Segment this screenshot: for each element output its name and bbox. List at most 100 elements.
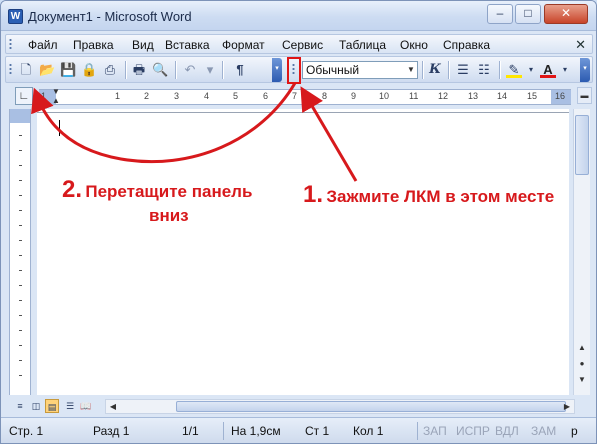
numbering-icon[interactable]: ☰ bbox=[455, 62, 471, 78]
ruler-number: 7 bbox=[292, 91, 298, 101]
ruler-number: 11 bbox=[409, 91, 419, 101]
step2-annotation-line2: вниз bbox=[149, 206, 189, 226]
vruler-tick bbox=[19, 330, 22, 331]
ruler-number: 5 bbox=[233, 91, 239, 101]
title-bar[interactable]: W Документ1 - Microsoft Word – □ ✕ bbox=[1, 1, 596, 31]
step2-line1: Перетащите панель bbox=[85, 182, 253, 201]
scroll-right-icon[interactable]: ▶ bbox=[560, 400, 574, 413]
new-document-icon[interactable]: 🗋 bbox=[18, 62, 34, 78]
vertical-ruler[interactable] bbox=[9, 109, 31, 395]
vruler-tick bbox=[19, 240, 22, 241]
split-handle-icon[interactable]: ▬ bbox=[577, 87, 592, 104]
menu-tools[interactable]: Сервис bbox=[282, 38, 323, 52]
vruler-tick bbox=[19, 135, 22, 136]
step2-line2: вниз bbox=[149, 206, 189, 225]
menubar-grip-handle[interactable] bbox=[9, 38, 12, 51]
outline-view-icon[interactable]: ☰ bbox=[63, 399, 77, 413]
open-icon[interactable]: 📂 bbox=[39, 62, 55, 78]
status-line: Ст 1 bbox=[305, 424, 330, 438]
ruler-number: 10 bbox=[379, 91, 390, 101]
status-rec[interactable]: ЗАП bbox=[423, 424, 447, 438]
redo-icon[interactable]: ▾ bbox=[202, 62, 218, 78]
ruler-number: 15 bbox=[527, 91, 538, 101]
ruler-number: 8 bbox=[322, 91, 328, 101]
italic-button[interactable]: К bbox=[427, 62, 443, 78]
toolbar-separator bbox=[422, 61, 423, 79]
ruler-number: 16 bbox=[555, 91, 566, 101]
maximize-button[interactable]: □ bbox=[515, 4, 541, 24]
toolbar-options-icon[interactable]: ▾ bbox=[580, 58, 590, 82]
word-app-icon[interactable]: W bbox=[8, 9, 23, 24]
print-preview-icon[interactable]: 🖶 bbox=[131, 62, 147, 78]
vruler-tick bbox=[19, 285, 22, 286]
chevron-down-icon[interactable]: ▼ bbox=[405, 62, 417, 78]
browse-object-icon[interactable]: ● bbox=[575, 357, 589, 371]
vruler-top-margin bbox=[10, 109, 30, 123]
status-ovr[interactable]: ЗАМ bbox=[531, 424, 556, 438]
step2-number: 2. bbox=[62, 176, 83, 203]
scroll-left-icon[interactable]: ◀ bbox=[106, 400, 120, 413]
status-bar: Стр. 1 Разд 1 1/1 На 1,9см Ст 1 Кол 1 ЗА… bbox=[1, 417, 596, 443]
show-formatting-icon[interactable]: ¶ bbox=[232, 62, 248, 78]
view-bar: ≡ ◫ ▤ ☰ 📖 ◀ ▶ bbox=[5, 397, 593, 415]
status-separator bbox=[223, 422, 224, 440]
style-select[interactable]: Обычный bbox=[302, 61, 418, 79]
menu-view[interactable]: Вид bbox=[132, 38, 154, 52]
undo-icon[interactable]: ↶ bbox=[182, 62, 198, 78]
indent-marker-icon[interactable]: ▼ ▲ bbox=[52, 87, 60, 107]
toolbar-options-icon[interactable]: ▾ bbox=[272, 58, 282, 82]
status-trk[interactable]: ИСПР bbox=[456, 424, 490, 438]
menu-file[interactable]: Файл bbox=[28, 38, 58, 52]
menu-bar: Файл Правка Вид Вставка Формат Сервис Та… bbox=[5, 34, 593, 54]
highlight-dropdown-icon[interactable]: ▾ bbox=[523, 62, 539, 78]
minimize-button[interactable]: – bbox=[487, 4, 513, 24]
toolbar-grip-handle[interactable] bbox=[9, 63, 12, 76]
font-color-dropdown-icon[interactable]: ▾ bbox=[557, 62, 573, 78]
highlight-icon[interactable]: ✎ bbox=[506, 62, 522, 78]
bullets-icon[interactable]: ☷ bbox=[476, 62, 492, 78]
previous-page-icon[interactable]: ▲ bbox=[575, 341, 589, 355]
vertical-scroll-thumb[interactable] bbox=[575, 115, 589, 175]
toolbar-separator bbox=[125, 61, 126, 79]
status-ext[interactable]: ВДЛ bbox=[495, 424, 519, 438]
vruler-tick bbox=[19, 360, 22, 361]
reading-view-icon[interactable]: 📖 bbox=[79, 399, 93, 413]
save-icon[interactable]: 💾 bbox=[60, 62, 76, 78]
tab-selector-button[interactable]: ∟ bbox=[15, 87, 33, 105]
horizontal-scrollbar[interactable]: ◀ ▶ bbox=[105, 399, 575, 414]
menu-table[interactable]: Таблица bbox=[339, 38, 386, 52]
step1-annotation: 1. Зажмите ЛКМ в этом месте bbox=[303, 181, 554, 209]
menu-insert[interactable]: Вставка bbox=[165, 38, 210, 52]
menu-edit[interactable]: Правка bbox=[73, 38, 114, 52]
document-page[interactable] bbox=[37, 109, 569, 395]
menu-format[interactable]: Формат bbox=[222, 38, 265, 52]
web-view-icon[interactable]: ◫ bbox=[29, 399, 43, 413]
ruler-row: ∟ ▼ ▲ 1 1 2 3 4 5 6 7 8 9 10 11 12 13 14 … bbox=[5, 86, 593, 108]
permission-icon[interactable]: 🔒 bbox=[81, 62, 97, 78]
vruler-tick bbox=[19, 315, 22, 316]
spell-check-icon[interactable]: 🔍 bbox=[152, 62, 168, 78]
vruler-tick bbox=[19, 180, 22, 181]
horizontal-ruler[interactable]: ▼ ▲ 1 1 2 3 4 5 6 7 8 9 10 11 12 13 14 15… bbox=[39, 87, 571, 107]
toolbar-separator bbox=[448, 61, 449, 79]
print-layout-icon[interactable]: ▤ bbox=[45, 399, 59, 413]
step2-annotation: 2. Перетащите панель bbox=[62, 176, 252, 204]
status-position: На 1,9см bbox=[231, 424, 281, 438]
close-button[interactable]: ✕ bbox=[544, 4, 588, 24]
ruler-number: 6 bbox=[263, 91, 269, 101]
print-icon[interactable]: ⎙ bbox=[102, 62, 118, 78]
font-color-icon[interactable]: A bbox=[540, 62, 556, 78]
menu-window[interactable]: Окно bbox=[400, 38, 428, 52]
page-top-border bbox=[37, 112, 569, 113]
document-close-icon[interactable]: ✕ bbox=[575, 37, 586, 53]
ruler-number: 9 bbox=[351, 91, 357, 101]
horizontal-scroll-thumb[interactable] bbox=[176, 401, 566, 412]
ruler-number: 14 bbox=[497, 91, 508, 101]
toolbar-separator bbox=[175, 61, 176, 79]
menu-help[interactable]: Справка bbox=[443, 38, 490, 52]
next-page-icon[interactable]: ▼ bbox=[575, 373, 589, 387]
normal-view-icon[interactable]: ≡ bbox=[13, 399, 27, 413]
vruler-tick bbox=[19, 255, 22, 256]
vertical-scrollbar[interactable]: ▲ ● ▼ bbox=[573, 109, 590, 395]
word-window: W Документ1 - Microsoft Word – □ ✕ Файл … bbox=[0, 0, 597, 444]
